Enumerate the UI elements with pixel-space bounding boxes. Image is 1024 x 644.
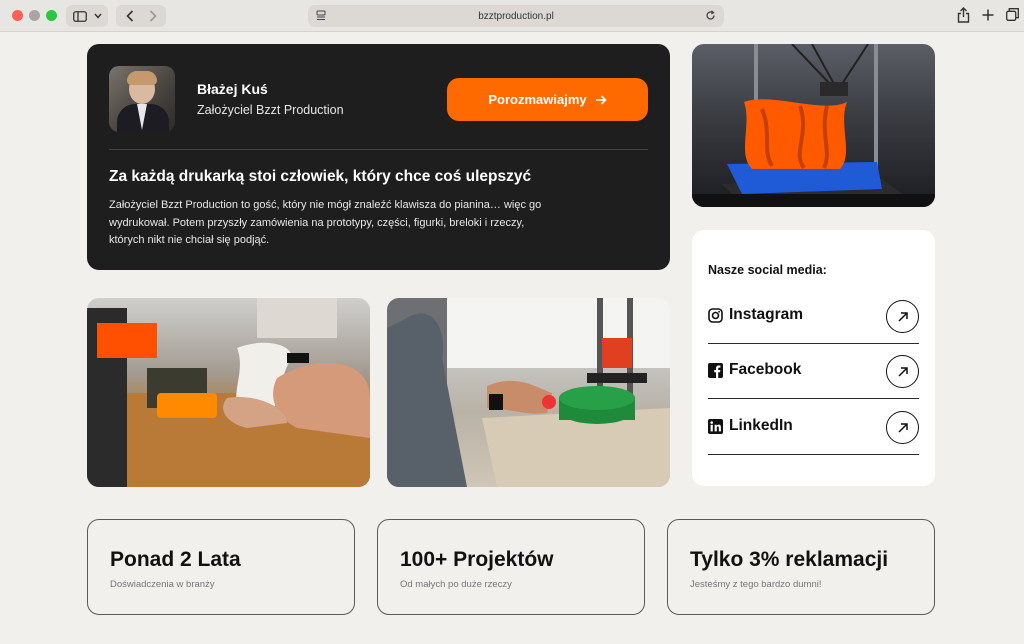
social-media-card: Nasze social media: Instagram Facebook L… [692, 230, 935, 486]
new-tab-icon[interactable] [982, 9, 994, 21]
social-link-facebook[interactable]: Facebook [708, 343, 919, 399]
zoom-window-button[interactable] [46, 10, 57, 21]
sidebar-toggle-button[interactable] [66, 5, 108, 27]
printer-photo [692, 44, 935, 207]
workshop-hands-photo [87, 298, 370, 487]
founder-bio: Założyciel Bzzt Production to gość, któr… [109, 199, 542, 246]
close-window-button[interactable] [12, 10, 23, 21]
arrow-up-right-icon [897, 311, 908, 322]
stat-card-experience: Ponad 2 Lata Doświadczenia w branży [87, 519, 355, 615]
stat-caption: Od małych po duże rzeczy [400, 579, 512, 590]
stat-value: Tylko 3% reklamacji [690, 548, 889, 571]
sidebar-icon [72, 10, 87, 22]
stat-card-projects: 100+ Projektów Od małych po duże rzeczy [377, 519, 645, 615]
stat-value: 100+ Projektów [400, 548, 554, 571]
founder-card: Błażej Kuś Założyciel Bzzt Production Po… [87, 44, 670, 270]
social-link-instagram[interactable]: Instagram [708, 288, 919, 344]
social-label: LinkedIn [729, 417, 793, 434]
browser-toolbar: bzztproduction.pl [0, 0, 1024, 32]
founder-headline: Za każdą drukarką stoi człowiek, który c… [109, 168, 532, 185]
reload-icon[interactable] [705, 10, 716, 21]
founder-role: Założyciel Bzzt Production [197, 103, 344, 117]
stat-card-complaints: Tylko 3% reklamacji Jesteśmy z tego bard… [667, 519, 935, 615]
social-label: Instagram [729, 306, 804, 323]
tabs-overview-icon[interactable] [1006, 8, 1019, 21]
navigation-buttons [116, 5, 166, 27]
stat-value: Ponad 2 Lata [110, 548, 241, 571]
url-text: bzztproduction.pl [478, 10, 554, 22]
social-link-linkedin[interactable]: LinkedIn [708, 399, 919, 455]
chevron-down-icon [93, 13, 102, 19]
reader-icon[interactable] [316, 10, 326, 21]
back-icon[interactable] [125, 10, 134, 22]
facebook-icon [708, 363, 723, 378]
instagram-icon [708, 308, 723, 323]
founder-name: Błażej Kuś [197, 81, 268, 97]
workshop-desk-photo [387, 298, 670, 487]
minimize-window-button[interactable] [29, 10, 40, 21]
stat-caption: Jesteśmy z tego bardzo dumni! [690, 579, 822, 590]
external-link-button[interactable] [886, 411, 919, 444]
arrow-right-icon [595, 94, 607, 105]
avatar [109, 66, 175, 132]
contact-button-label: Porozmawiajmy [488, 92, 587, 107]
address-bar[interactable]: bzztproduction.pl [308, 5, 724, 27]
forward-icon[interactable] [149, 10, 157, 22]
arrow-up-right-icon [897, 422, 908, 433]
external-link-button[interactable] [886, 355, 919, 388]
stat-caption: Doświadczenia w branży [110, 579, 215, 590]
arrow-up-right-icon [897, 366, 908, 377]
linkedin-icon [708, 419, 723, 434]
social-title: Nasze social media: [708, 263, 827, 277]
share-icon[interactable] [957, 7, 970, 23]
social-label: Facebook [729, 361, 802, 378]
external-link-button[interactable] [886, 300, 919, 333]
contact-button[interactable]: Porozmawiajmy [447, 78, 648, 121]
card-divider [109, 149, 648, 150]
